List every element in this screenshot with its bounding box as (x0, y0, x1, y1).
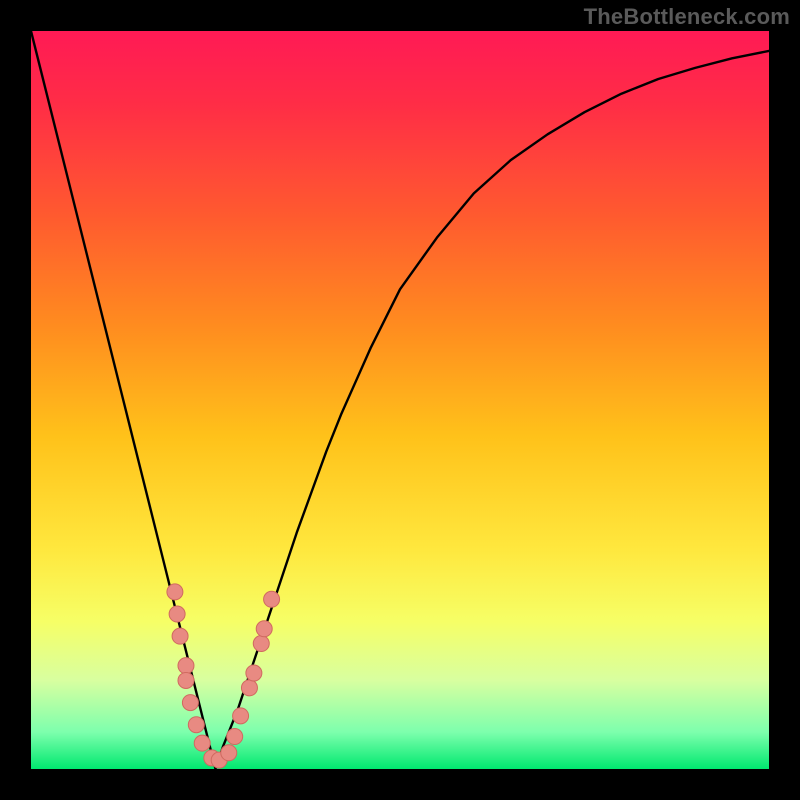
gradient-background (31, 31, 769, 769)
data-marker (233, 708, 249, 724)
bottleneck-curve-chart (31, 31, 769, 769)
plot-area (31, 31, 769, 769)
data-marker (264, 591, 280, 607)
chart-frame: TheBottleneck.com (0, 0, 800, 800)
data-marker (253, 636, 269, 652)
data-marker (221, 745, 237, 761)
data-marker (194, 735, 210, 751)
data-marker (167, 584, 183, 600)
data-marker (182, 695, 198, 711)
data-marker (227, 729, 243, 745)
data-marker (241, 680, 257, 696)
data-marker (178, 672, 194, 688)
data-marker (169, 606, 185, 622)
data-marker (188, 717, 204, 733)
watermark-text: TheBottleneck.com (584, 4, 790, 30)
data-marker (246, 665, 262, 681)
data-marker (172, 628, 188, 644)
data-marker (178, 658, 194, 674)
data-marker (256, 621, 272, 637)
